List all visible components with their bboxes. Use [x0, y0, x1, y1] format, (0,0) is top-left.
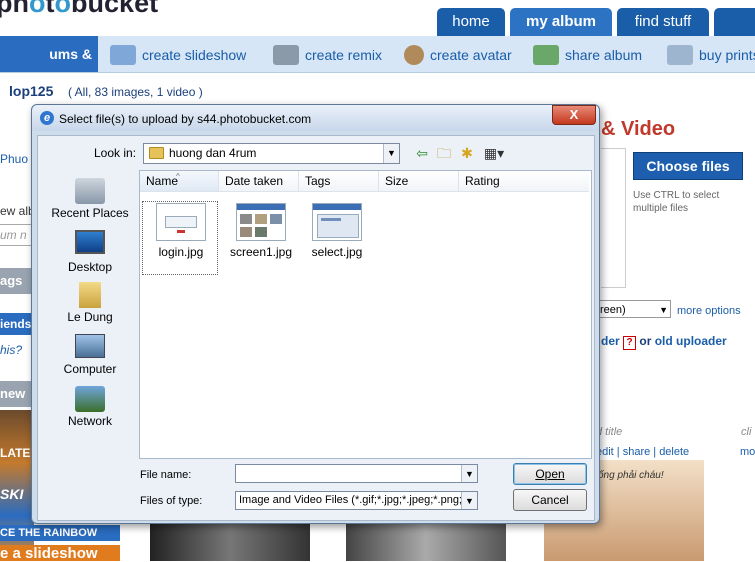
choose-files-hint: Use CTRL to select multiple files: [633, 190, 720, 214]
album-photo-1[interactable]: [150, 522, 310, 561]
desktop-icon: [75, 230, 105, 254]
file-list-view[interactable]: ^ Name Date taken Tags Size Rating login…: [139, 170, 592, 459]
dialog-title: Select file(s) to upload by s44.photobuc…: [59, 112, 312, 126]
sub-navigation: ums & upload create slideshow create rem…: [0, 36, 755, 98]
dialog-body: Look in: huong dan 4rum ▼ ⇦ 🗀 ✱ ▦▾ Recen…: [37, 135, 595, 521]
promo-ski-text: SKI: [0, 486, 24, 502]
files-of-type-select[interactable]: Image and Video Files (*.gif;*.jpg;*.jpe…: [235, 491, 478, 510]
column-header-name[interactable]: ^ Name: [140, 171, 219, 192]
column-header-size[interactable]: Size: [379, 171, 459, 192]
place-recent-places[interactable]: Recent Places: [44, 178, 136, 220]
recent-places-icon: [75, 178, 105, 204]
subnav-create-avatar[interactable]: create avatar: [404, 36, 512, 72]
nav-tab-my-album[interactable]: my album: [510, 8, 612, 36]
choose-files-button[interactable]: Choose files: [633, 152, 743, 180]
column-header-date-taken[interactable]: Date taken: [219, 171, 299, 192]
slideshow-icon: [110, 45, 136, 65]
promo-rainbow-text: CE THE RAINBOW: [0, 527, 98, 539]
more-options-link[interactable]: more options: [677, 305, 741, 317]
image-thumbnail-icon: [156, 203, 206, 241]
promo-late-text: LATE: [0, 446, 31, 460]
chevron-down-icon[interactable]: ▼: [383, 144, 399, 163]
nav-tab-find-stuff[interactable]: find stuff: [617, 8, 709, 36]
upload-panel-title: & Video: [601, 118, 676, 140]
close-button[interactable]: X: [552, 105, 596, 125]
look-in-label: Look in:: [94, 146, 137, 160]
place-network[interactable]: Network: [44, 386, 136, 428]
chevron-down-icon: ▼: [659, 305, 668, 315]
back-arrow-icon[interactable]: ⇦: [414, 145, 430, 161]
view-menu-icon[interactable]: ▦▾: [482, 145, 506, 161]
subnav-share-album[interactable]: share album: [533, 36, 642, 72]
file-item-select[interactable]: select.jpg: [300, 203, 374, 259]
look-in-combo[interactable]: huong dan 4rum ▼: [143, 143, 400, 164]
left-fragment-new: new: [0, 381, 32, 407]
file-name-input[interactable]: ▼: [235, 464, 478, 483]
file-name-label: File name:: [140, 469, 192, 481]
computer-icon: [75, 334, 105, 358]
folder-icon: [149, 147, 164, 159]
uploader-switch: der ? or old uploader: [601, 334, 727, 350]
cancel-button[interactable]: Cancel: [513, 489, 587, 511]
uploader-link-fragment[interactable]: der: [601, 334, 620, 348]
column-header-tags[interactable]: Tags: [299, 171, 379, 192]
subnav-create-remix[interactable]: create remix: [273, 36, 382, 72]
resize-select[interactable]: reen) ▼: [599, 300, 671, 318]
or-text: or: [639, 334, 652, 348]
help-icon[interactable]: ?: [623, 336, 637, 350]
place-le-dung[interactable]: Le Dung: [44, 282, 136, 324]
open-button[interactable]: Open: [513, 463, 587, 485]
photobucket-logo[interactable]: photobucket: [0, 0, 158, 19]
album-username[interactable]: lop125: [9, 83, 53, 99]
network-icon: [75, 386, 105, 412]
file-upload-dialog: e Select file(s) to upload by s44.photob…: [31, 104, 600, 524]
chevron-down-icon[interactable]: ▼: [461, 492, 477, 509]
place-computer[interactable]: Computer: [44, 334, 136, 376]
remix-icon: [273, 45, 299, 65]
look-in-value: huong dan 4rum: [169, 146, 257, 160]
chevron-down-icon[interactable]: ▼: [461, 465, 477, 482]
close-icon: X: [569, 107, 579, 122]
album-photo-2[interactable]: [346, 522, 506, 561]
left-fragment-new-album[interactable]: ew alb: [0, 204, 35, 218]
left-fragment-phuo[interactable]: Phuo: [0, 152, 28, 166]
album-count-info: ( All, 83 images, 1 video ): [68, 85, 203, 99]
photo-caption: ống phải cháu!: [598, 470, 664, 481]
share-icon: [533, 45, 559, 65]
image-thumbnail-icon: [236, 203, 286, 241]
thumb-actions-2[interactable]: mov: [740, 446, 755, 458]
column-header-rating[interactable]: Rating: [459, 171, 589, 192]
user-folder-icon: [79, 282, 101, 308]
upload-box-frame: [601, 148, 626, 288]
promo-slideshow-text[interactable]: e a slideshow: [0, 545, 98, 562]
prints-icon: [667, 45, 693, 65]
browser-icon: e: [40, 111, 54, 125]
left-fragment-tags: ags: [0, 268, 32, 294]
new-folder-icon[interactable]: ✱: [459, 145, 475, 161]
file-item-screen1[interactable]: screen1.jpg: [224, 203, 298, 259]
left-fragment-this[interactable]: his?: [0, 343, 22, 357]
nav-tab-partial[interactable]: [714, 8, 755, 36]
places-bar: Recent Places Desktop Le Dung Computer N…: [44, 170, 136, 470]
thumb-title-2[interactable]: cli: [741, 426, 751, 438]
file-item-login[interactable]: login.jpg: [142, 201, 218, 275]
left-fragment-friends[interactable]: iends: [0, 313, 32, 335]
subnav-buy-prints[interactable]: buy prints: [667, 36, 755, 72]
up-folder-icon[interactable]: 🗀: [436, 145, 452, 161]
album-name-input-fragment[interactable]: um n: [0, 224, 33, 246]
subnav-albums-upload[interactable]: ums & upload: [0, 36, 98, 98]
sort-ascending-icon: ^: [176, 172, 180, 181]
subnav-create-slideshow[interactable]: create slideshow: [110, 36, 246, 72]
files-of-type-label: Files of type:: [140, 495, 203, 507]
place-desktop[interactable]: Desktop: [44, 230, 136, 274]
avatar-icon: [404, 45, 424, 65]
old-uploader-link[interactable]: old uploader: [655, 334, 727, 348]
image-thumbnail-icon: [312, 203, 362, 241]
nav-tab-home[interactable]: home: [437, 8, 505, 36]
thumb-actions[interactable]: edit | share | delete: [596, 446, 689, 458]
